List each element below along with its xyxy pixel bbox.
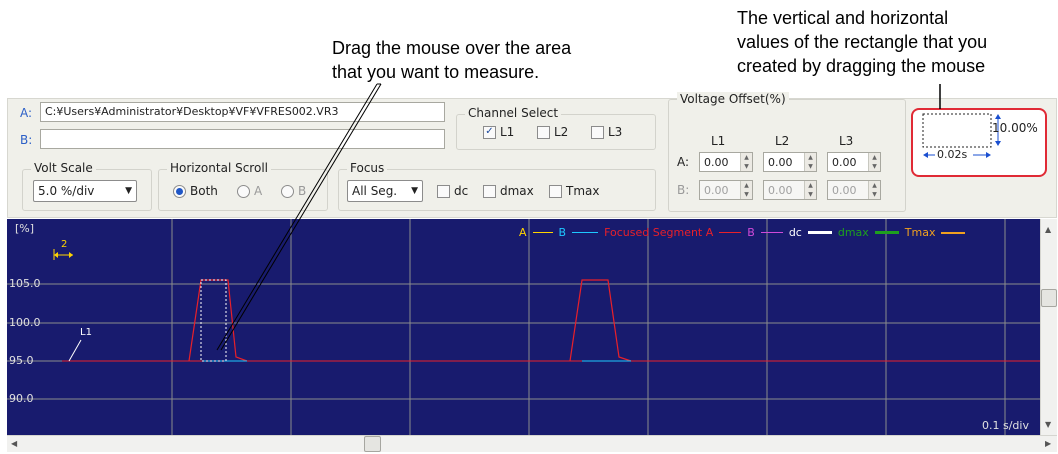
y-tick-95: 95.0 [9,354,34,367]
vertical-scroll-thumb[interactable] [1041,289,1057,307]
channel-l1-label: L1 [80,327,92,338]
control-panel: A: C:¥Users¥Administrator¥Desktop¥VF¥VFR… [7,92,1057,218]
y-tick-90: 90.0 [9,392,34,405]
offset-b-l3-spinner[interactable]: 0.00 ▲ ▼ [827,180,881,200]
offset-a-l2-spinner[interactable]: 0.00 ▲ ▼ [763,152,817,172]
scroll-up-icon[interactable]: ▲ [1045,225,1051,234]
pulse-2-trace [569,279,632,362]
legend-dmax-label: dmax [837,226,869,239]
legend-tmax-label: Tmax [904,226,936,239]
drag-instruction-callout: Drag the mouse over the area that you wa… [332,38,572,82]
volt-scale-select[interactable]: 5.0 %/div ▼ [33,180,137,202]
horizontal-scrollbar[interactable]: ◀ ▶ [7,435,1057,452]
file-a-label: A: [20,106,33,120]
measure-horizontal-value: 0.02s [937,148,968,161]
focus-title: Focus [347,161,388,175]
offset-b-l1-spinner[interactable]: 0.00 ▲ ▼ [699,180,753,200]
horizontal-scroll-group: Horizontal Scroll Both A B [158,161,328,211]
legend-focused-b-label: B [747,226,755,239]
focus-segment-select[interactable]: All Seg. ▼ [347,180,423,202]
focus-dmax-checkbox[interactable]: dmax [483,184,534,198]
legend-focused-a-label: Focused Segment A [604,226,714,239]
horizontal-scroll-thumb[interactable] [364,436,381,452]
waveform-graph[interactable]: [%] 2 105.0 100.0 95.0 90.0 L1 0.1 s/div… [7,219,1040,435]
checkbox-icon: ✓ [483,125,496,139]
checkbox-icon [591,125,604,139]
col-l2-label: L2 [775,134,790,148]
measurement-readout: 10.00% 0.02s [911,108,1047,177]
scroll-both-radio[interactable]: Both [173,184,218,198]
cursor-label: 2 [61,239,68,250]
channel-select-title: Channel Select [465,106,562,120]
channel-l1-checkbox[interactable]: ✓ L1 [483,125,514,139]
measure-vertical-value: 10.00% [992,121,1038,135]
scroll-right-icon[interactable]: ▶ [1045,439,1051,448]
focus-dc-checkbox[interactable]: dc [437,184,468,198]
channel-select-group: Channel Select ✓ L1 L2 L3 [456,106,656,150]
chevron-down-icon: ▼ [411,186,418,196]
radio-selected-icon [173,184,186,198]
file-a-field[interactable]: C:¥Users¥Administrator¥Desktop¥VF¥VFRES0… [40,102,445,122]
y-unit-label: [%] [15,222,35,235]
pulse-1-trace [188,279,248,362]
y-tick-105: 105.0 [9,277,41,290]
scroll-a-radio[interactable]: A [237,184,262,198]
checkbox-icon [437,184,450,198]
checkbox-icon [537,125,550,139]
file-b-label: B: [20,133,33,147]
chevron-down-icon: ▼ [125,186,132,196]
offset-a-l3-spinner[interactable]: 0.00 ▲ ▼ [827,152,881,172]
focus-group: Focus All Seg. ▼ dc dmax Tmax [338,161,656,211]
focus-tmax-checkbox[interactable]: Tmax [549,184,599,198]
offset-a-l1-spinner[interactable]: 0.00 ▲ ▼ [699,152,753,172]
x-scale-label: 0.1 s/div [982,419,1029,432]
col-l1-label: L1 [711,134,726,148]
legend: A B Focused Segment A B dc dmax Tmax [519,226,966,239]
legend-a-label: A [519,226,527,239]
voltage-offset-title: Voltage Offset(%) [677,92,789,106]
horizontal-scroll-title: Horizontal Scroll [167,161,271,175]
y-tick-100: 100.0 [9,316,41,329]
measurement-rect-diagram [922,113,1001,162]
offset-b-l2-spinner[interactable]: 0.00 ▲ ▼ [763,180,817,200]
radio-icon [237,184,250,198]
scroll-b-radio[interactable]: B [281,184,306,198]
row-a-label: A: [677,155,690,169]
waveform-plot [7,219,1040,435]
legend-b-label: B [558,226,567,239]
volt-scale-title: Volt Scale [31,161,96,175]
vertical-scrollbar[interactable]: ▲ ▼ [1040,219,1057,435]
channel-l2-checkbox[interactable]: L2 [537,125,568,139]
scroll-down-icon[interactable]: ▼ [1045,420,1051,429]
channel-l3-checkbox[interactable]: L3 [591,125,622,139]
col-l3-label: L3 [839,134,854,148]
rectangle-values-callout: The vertical and horizontal values of th… [737,8,988,76]
file-b-field[interactable] [40,129,445,149]
volt-scale-group: Volt Scale 5.0 %/div ▼ [22,161,152,211]
legend-dc-label: dc [788,226,802,239]
drag-selection-rectangle [200,279,227,362]
radio-icon [281,184,294,198]
checkbox-icon [549,184,562,198]
checkbox-icon [483,184,496,198]
voltage-offset-group: Voltage Offset(%) L1 L2 L3 A: 0.00 ▲ ▼ 0.0… [668,92,906,212]
scroll-left-icon[interactable]: ◀ [11,439,17,448]
row-b-label: B: [677,183,690,197]
